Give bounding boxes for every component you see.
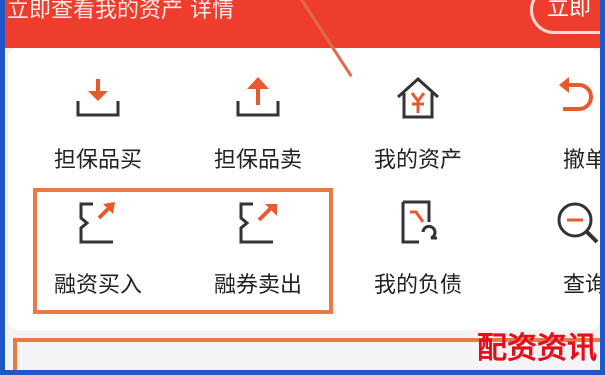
grid-item-label: 我的负债 <box>373 273 462 298</box>
search-icon <box>508 193 600 253</box>
grid-item-label: 担保品买 <box>53 148 142 173</box>
house-yuan-icon <box>343 68 493 128</box>
grid-item-label: 查询 <box>563 273 600 298</box>
grid-item-label: 撤单 <box>563 148 600 173</box>
highlight-box <box>33 188 333 314</box>
document-return-icon <box>343 193 493 253</box>
banner-text: 立即查看我的资产 详情 <box>7 0 234 23</box>
grid-item-collateral-sell[interactable]: 担保品卖 <box>183 68 333 178</box>
grid-item-my-liabilities[interactable]: 我的负债 <box>343 193 493 303</box>
app-frame: 立即查看我的资产 详情 立即 担保品买 担保品卖 我的资产 撤单 融资买入 融券… <box>5 0 600 370</box>
top-banner[interactable]: 立即查看我的资产 详情 立即 <box>5 0 600 48</box>
tray-download-icon <box>23 68 173 128</box>
grid-item-cancel-order[interactable]: 撤单 <box>508 68 600 178</box>
grid-item-query[interactable]: 查询 <box>508 193 600 303</box>
grid-item-my-assets[interactable]: 我的资产 <box>343 68 493 178</box>
undo-arrow-icon <box>508 68 600 128</box>
grid-item-label: 担保品卖 <box>213 148 302 173</box>
banner-button[interactable]: 立即 <box>530 0 600 34</box>
grid-item-label: 我的资产 <box>373 148 462 173</box>
tray-upload-icon <box>183 68 333 128</box>
grid-item-collateral-buy[interactable]: 担保品买 <box>23 68 173 178</box>
watermark-text: 配资资讯 <box>477 331 597 366</box>
